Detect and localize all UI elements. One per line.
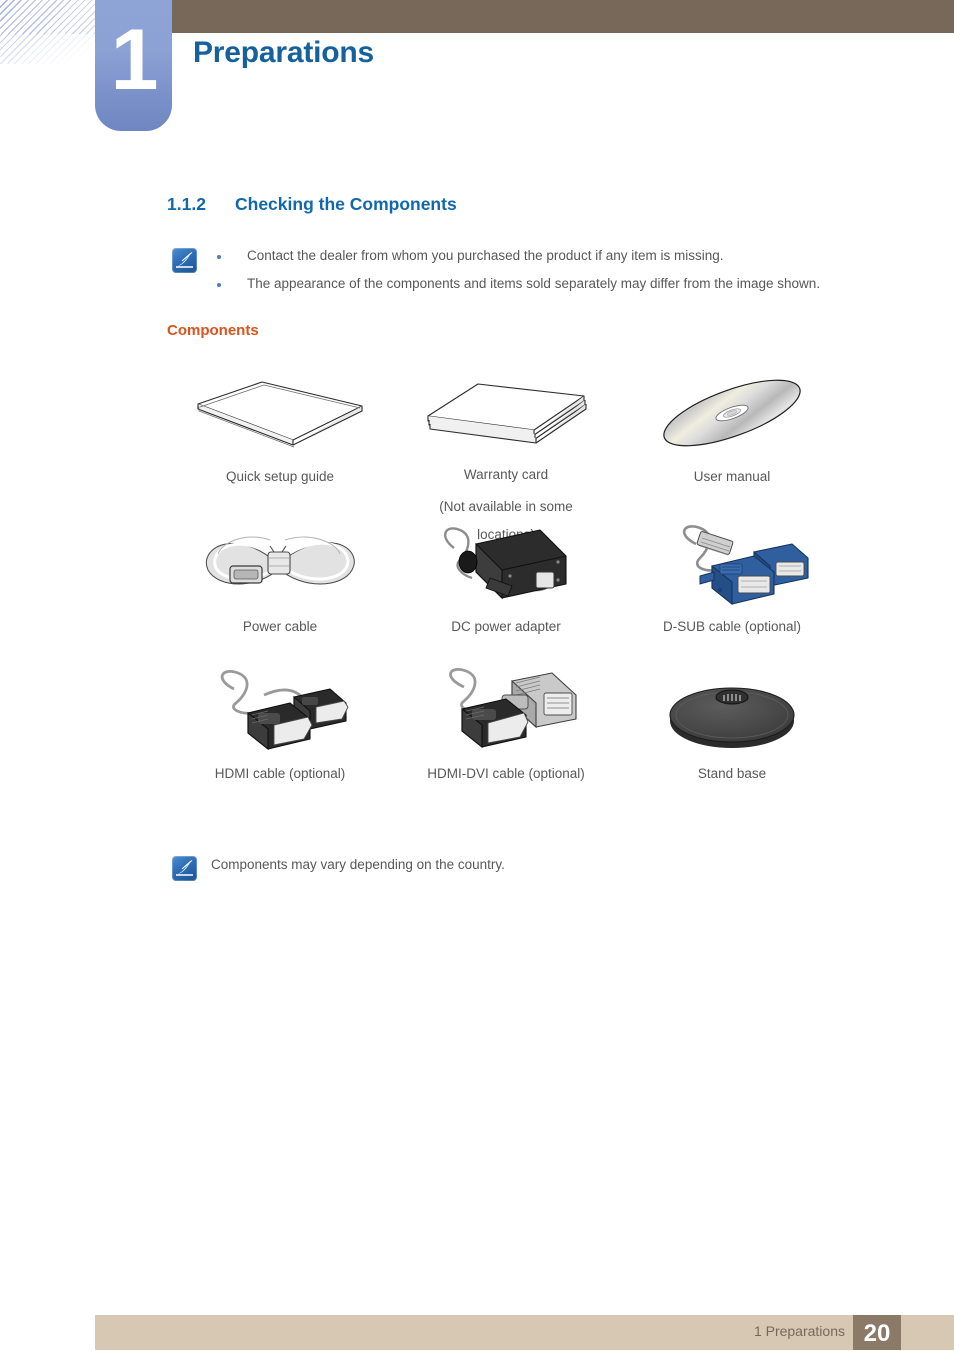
component-label: Stand base	[697, 766, 767, 781]
section-title: Checking the Components	[235, 194, 457, 214]
component-item-warranty-card: Warranty card (Not available in some loc…	[393, 368, 619, 542]
note-pen-icon	[172, 856, 197, 881]
component-item-hdmi-dvi-cable: HDMI-DVI cable (optional)	[393, 665, 619, 795]
component-label: HDMI-DVI cable (optional)	[427, 766, 585, 781]
decorative-hatch-pattern-lower	[0, 34, 100, 64]
component-item-stand-base: Stand base	[619, 665, 845, 795]
components-row: HDMI cable (optional) HDMI-DVI cable (op…	[167, 665, 847, 795]
component-label: User manual	[693, 469, 771, 484]
component-item-dsub-cable: D-SUB cable (optional)	[619, 518, 845, 660]
component-label: Warranty card	[463, 467, 549, 482]
dsub-cable-icon	[637, 518, 827, 610]
components-row: Quick setup guide Warranty card (Not ava…	[167, 368, 847, 542]
stand-base-icon	[637, 665, 827, 757]
component-label: HDMI cable (optional)	[214, 766, 346, 781]
note-text: Components may vary depending on the cou…	[211, 857, 505, 872]
component-label: D-SUB cable (optional)	[662, 619, 802, 634]
footer-section-label: 1 Preparations	[753, 1323, 845, 1339]
note-pen-icon	[172, 248, 197, 273]
page-number: 20	[863, 1320, 891, 1347]
components-row: Power cable DC power adapter D-SUB cable…	[167, 518, 847, 660]
booklet-icon	[185, 368, 375, 460]
hdmi-dvi-cable-icon	[411, 665, 601, 757]
bullet-dot	[217, 255, 221, 259]
component-item-power-cable: Power cable	[167, 518, 393, 660]
component-item-hdmi-cable: HDMI cable (optional)	[167, 665, 393, 795]
component-item-quick-setup-guide: Quick setup guide	[167, 368, 393, 508]
bullet-dot	[217, 283, 221, 287]
page-title: Preparations	[193, 36, 374, 69]
cd-disc-icon	[637, 368, 827, 460]
section-heading: 1.1.2 Checking the Components	[167, 194, 457, 215]
stacked-cards-icon	[411, 368, 601, 458]
dc-adapter-icon	[411, 518, 601, 610]
component-item-dc-power-adapter: DC power adapter	[393, 518, 619, 660]
power-cable-icon	[185, 518, 375, 610]
chapter-number-badge: 1	[95, 0, 172, 131]
chapter-number: 1	[110, 12, 159, 108]
component-item-user-manual: User manual	[619, 368, 845, 508]
component-label: Power cable	[242, 619, 318, 634]
hdmi-cable-icon	[185, 665, 375, 757]
components-grid: Quick setup guide Warranty card (Not ava…	[167, 368, 847, 795]
component-label: DC power adapter	[451, 619, 561, 634]
note-bullet-text: The appearance of the components and ite…	[247, 276, 821, 291]
components-subheading: Components	[167, 322, 259, 339]
component-label: Quick setup guide	[225, 469, 335, 484]
note-bullet-text: Contact the dealer from whom you purchas…	[247, 248, 724, 263]
header-bar	[172, 0, 954, 33]
section-number: 1.1.2	[167, 194, 206, 214]
